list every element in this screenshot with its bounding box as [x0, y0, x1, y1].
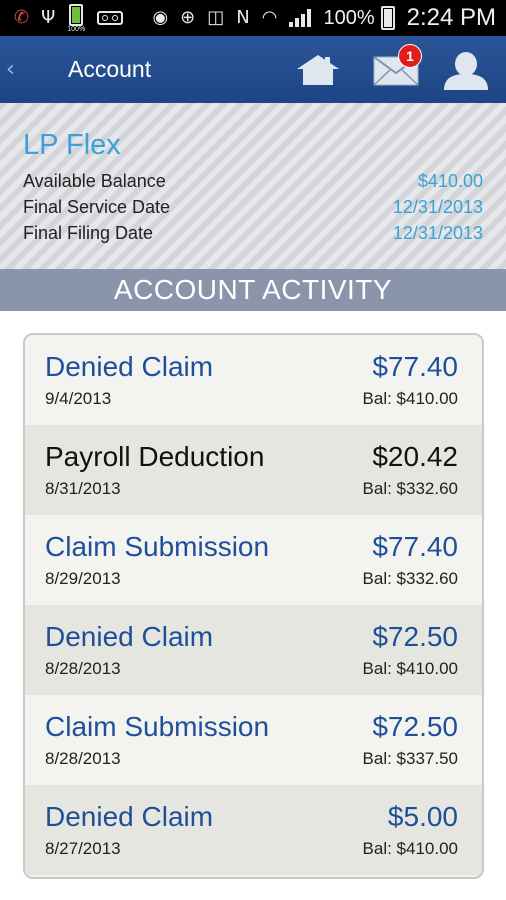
activity-balance: Bal: $332.60: [362, 479, 458, 498]
nfc-icon: ⊕: [180, 7, 196, 28]
activity-balance: Bal: $410.00: [362, 839, 458, 858]
activity-amount: $20.42: [372, 441, 458, 472]
mail-button[interactable]: 1: [366, 40, 426, 100]
signal-bars-icon: [289, 9, 312, 27]
summary-value: $410.00: [417, 171, 483, 191]
activity-type: Claim Submission: [45, 531, 270, 562]
home-button[interactable]: [288, 40, 348, 100]
battery-small-label: 100%: [67, 25, 86, 33]
activity-type: Denied Claim: [45, 351, 214, 382]
activity-item[interactable]: Claim Submission $72.50 8/28/2013 Bal: $…: [25, 695, 482, 785]
summary-label: Final Service Date: [23, 197, 171, 217]
activity-type: Claim Submission: [45, 711, 270, 742]
activity-date: 9/4/2013: [45, 389, 112, 408]
activity-balance: Bal: $337.50: [362, 749, 458, 768]
activity-type: Denied Claim: [45, 801, 214, 832]
voicemail-icon: [97, 11, 124, 25]
activity-date: 8/29/2013: [45, 569, 121, 588]
summary-label: Available Balance: [23, 171, 166, 191]
summary-value: 12/31/2013: [392, 197, 483, 217]
missed-call-icon: ✆: [14, 7, 30, 28]
activity-amount: $77.40: [372, 351, 458, 382]
notification-badge: 1: [398, 43, 422, 68]
activity-item[interactable]: Denied Claim $77.40 9/4/2013 Bal: $410.0…: [25, 335, 482, 425]
activity-type: Payroll Deduction: [45, 441, 265, 472]
app-header: ‹ Account 1: [0, 36, 506, 103]
section-heading: ACCOUNT ACTIVITY: [0, 269, 506, 311]
activity-amount: $72.50: [372, 711, 458, 742]
summary-row-final-filing-date: Final Filing Date 12/31/2013: [23, 220, 483, 246]
activity-date: 8/31/2013: [45, 479, 121, 498]
activity-item[interactable]: Denied Claim $5.00 8/27/2013 Bal: $410.0…: [25, 785, 482, 875]
profile-button[interactable]: [436, 40, 496, 100]
plan-name: LP Flex: [23, 129, 121, 161]
summary-label: Final Filing Date: [23, 223, 154, 243]
battery-small-icon: 100%: [67, 3, 86, 33]
chevron-left-icon[interactable]: ‹: [6, 57, 36, 82]
activity-item[interactable]: Denied Claim $72.50 8/28/2013 Bal: $410.…: [25, 605, 482, 695]
status-bar-left: ✆ Ψ 100%: [14, 3, 124, 33]
summary-row-final-service-date: Final Service Date 12/31/2013: [23, 194, 483, 220]
activity-item[interactable]: Payroll Deduction $20.42 8/31/2013 Bal: …: [25, 425, 482, 515]
account-summary: LP Flex Available Balance $410.00 Final …: [0, 103, 506, 269]
activity-amount: $5.00: [387, 801, 458, 832]
activity-balance: Bal: $332.60: [362, 569, 458, 588]
page-title: Account: [68, 56, 152, 82]
activity-date: 8/27/2013: [45, 839, 121, 858]
status-bar-right: ◉ ⊕ ◫ N ◠ 100% 2:24 PM: [152, 4, 496, 32]
user-icon: [444, 51, 488, 90]
eye-icon: ◉: [152, 7, 169, 28]
battery-percent: 100%: [323, 6, 375, 29]
activity-date: 8/28/2013: [45, 749, 121, 768]
battery-icon: [380, 6, 395, 30]
usb-icon: Ψ: [41, 7, 56, 28]
activity-amount: $77.40: [372, 531, 458, 562]
activity-amount: $72.50: [372, 621, 458, 652]
wifi-icon: ◠: [261, 7, 278, 28]
summary-row-available-balance: Available Balance $410.00: [23, 168, 483, 194]
status-bar: ✆ Ψ 100% ◉ ⊕ ◫ N ◠ 100% 2:24 PM: [0, 0, 506, 36]
home-icon: [297, 54, 339, 85]
activity-date: 8/28/2013: [45, 659, 121, 678]
summary-value: 12/31/2013: [392, 223, 483, 243]
activity-balance: Bal: $410.00: [362, 659, 458, 678]
activity-balance: Bal: $410.00: [362, 389, 458, 408]
no-signal-icon: N: [236, 7, 250, 28]
vibrate-icon: ◫: [207, 7, 225, 28]
activity-item[interactable]: Claim Submission $77.40 8/29/2013 Bal: $…: [25, 515, 482, 605]
activity-list: Denied Claim $77.40 9/4/2013 Bal: $410.0…: [23, 333, 484, 879]
clock: 2:24 PM: [406, 4, 496, 31]
activity-type: Denied Claim: [45, 621, 214, 652]
